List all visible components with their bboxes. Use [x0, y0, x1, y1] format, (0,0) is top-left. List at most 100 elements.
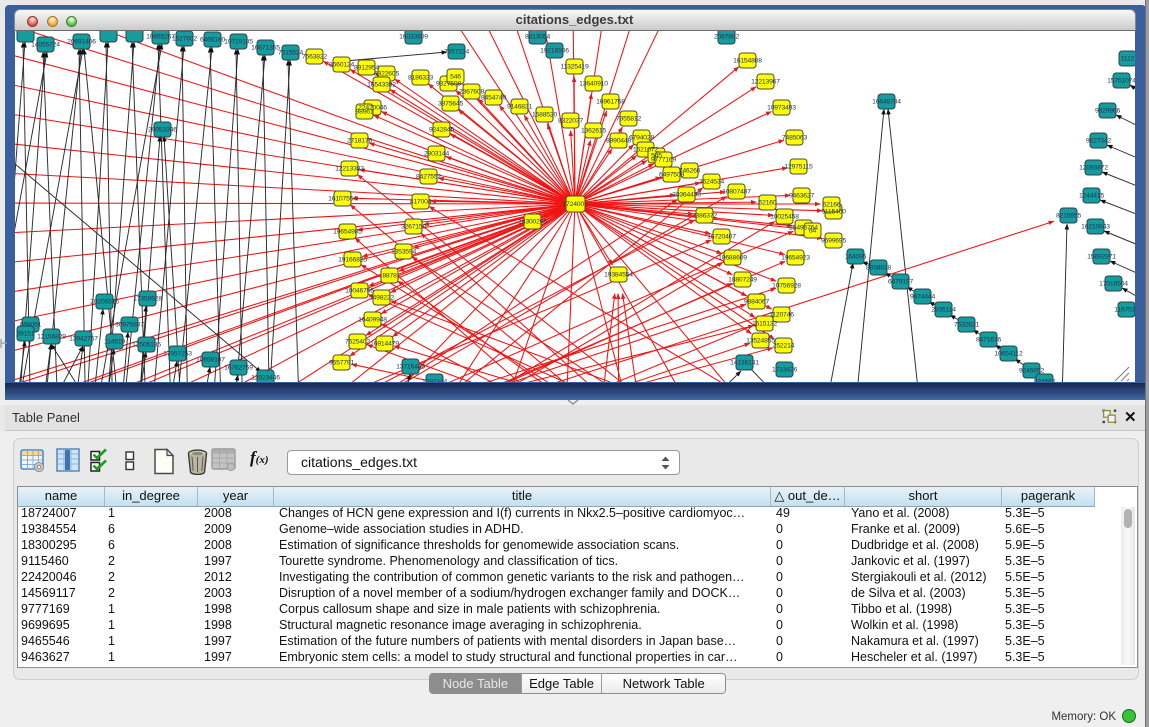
svg-text:17957253: 17957253 [163, 351, 192, 358]
svg-text:9699695: 9699695 [821, 238, 846, 245]
svg-text:98961: 98961 [356, 109, 374, 116]
svg-text:39151: 39151 [17, 331, 35, 338]
svg-text:12923446: 12923446 [251, 375, 280, 382]
svg-text:62166: 62166 [823, 202, 841, 209]
svg-text:16543382: 16543382 [367, 82, 396, 89]
svg-text:1244415: 1244415 [1079, 193, 1104, 200]
svg-text:1167534: 1167534 [1114, 307, 1135, 314]
svg-text:16033809: 16033809 [399, 34, 428, 41]
svg-text:62160: 62160 [759, 200, 777, 207]
svg-text:1724007: 1724007 [562, 201, 587, 208]
svg-text:20364436: 20364436 [672, 192, 701, 199]
svg-text:14136141: 14136141 [730, 360, 759, 367]
svg-text:8878: 8878 [382, 273, 397, 280]
svg-text:16961758: 16961758 [596, 99, 625, 106]
svg-text:30975887: 30975887 [115, 322, 144, 329]
svg-text:9227342: 9227342 [1086, 138, 1111, 145]
svg-text:12093872: 12093872 [1079, 165, 1108, 172]
svg-text:10025458: 10025458 [770, 214, 799, 221]
svg-text:1292344: 1292344 [422, 379, 447, 383]
svg-text:2087682: 2087682 [714, 34, 739, 41]
svg-text:8186323: 8186323 [408, 75, 433, 82]
svg-text:15692971: 15692971 [1087, 254, 1116, 261]
svg-text:13640910: 13640910 [579, 81, 608, 88]
svg-text:8454749: 8454749 [481, 95, 506, 102]
svg-text:6794028: 6794028 [629, 135, 654, 142]
svg-text:8938928: 8938928 [866, 265, 891, 272]
svg-text:12505135: 12505135 [132, 342, 161, 349]
svg-text:9463627: 9463627 [789, 193, 814, 200]
svg-text:12156829: 12156829 [37, 334, 66, 341]
svg-text:3624534: 3624534 [699, 179, 724, 186]
svg-text:1362615: 1362615 [581, 128, 606, 135]
svg-text:16107554: 16107554 [328, 196, 357, 203]
svg-text:64: 64 [809, 228, 817, 235]
svg-text:7485063: 7485063 [782, 135, 807, 142]
svg-text:859061: 859061 [20, 322, 42, 329]
svg-text:9329966: 9329966 [1095, 108, 1120, 115]
svg-text:13716485: 13716485 [396, 364, 425, 371]
svg-text:16671355: 16671355 [251, 45, 280, 52]
svg-text:9245652: 9245652 [1019, 368, 1044, 375]
svg-text:7632621: 7632621 [954, 322, 979, 329]
svg-text:9474444: 9474444 [910, 294, 935, 301]
svg-text:16914479: 16914479 [370, 341, 399, 348]
svg-text:9327508: 9327508 [436, 81, 461, 88]
svg-text:7663822: 7663822 [302, 54, 327, 61]
svg-text:10756928: 10756928 [772, 283, 801, 290]
svg-text:3267150: 3267150 [401, 224, 426, 231]
svg-text:8427552: 8427552 [416, 174, 441, 181]
svg-text:12975115: 12975115 [784, 164, 813, 171]
svg-text:2935114: 2935114 [931, 307, 956, 314]
svg-text:9777169: 9777169 [651, 157, 676, 164]
svg-text:19166825: 19166825 [338, 257, 367, 264]
svg-text:13942757: 13942757 [69, 336, 98, 343]
svg-text:8813054: 8813054 [525, 34, 550, 41]
svg-text:14055724: 14055724 [31, 42, 60, 49]
svg-text:19654923: 19654923 [781, 255, 810, 262]
svg-text:12213967: 12213967 [751, 79, 780, 86]
svg-text:1588520: 1588520 [532, 112, 557, 119]
svg-text:2803144: 2803144 [424, 151, 449, 158]
svg-text:16782759: 16782759 [224, 365, 253, 372]
svg-text:19654985: 19654985 [333, 229, 362, 236]
svg-text:164095: 164095 [845, 254, 867, 261]
svg-text:10807487: 10807487 [722, 189, 751, 196]
svg-text:3875645: 3875645 [438, 101, 463, 108]
svg-text:8990448: 8990448 [606, 138, 631, 145]
svg-text:15720407: 15720407 [707, 234, 736, 241]
svg-text:5498222: 5498222 [369, 295, 394, 302]
svg-text:924562: 924562 [1034, 379, 1056, 383]
svg-text:11325419: 11325419 [560, 64, 589, 71]
svg-text:13524855: 13524855 [746, 338, 775, 345]
svg-text:19218506: 19218506 [540, 48, 569, 55]
svg-text:12213383: 12213383 [335, 166, 364, 173]
svg-text:10973493: 10973493 [767, 105, 796, 112]
svg-text:10654112: 10654112 [994, 351, 1023, 358]
svg-text:20691406: 20691406 [67, 39, 96, 46]
svg-text:10719185: 10719185 [224, 39, 253, 46]
svg-text:16409948: 16409948 [358, 317, 387, 324]
svg-text:6479197: 6479197 [888, 279, 913, 286]
svg-text:8660124: 8660124 [329, 62, 354, 69]
svg-text:20206516: 20206516 [90, 299, 119, 306]
svg-text:9146821: 9146821 [507, 104, 532, 111]
svg-text:10688609: 10688609 [718, 255, 747, 262]
svg-text:1733426: 1733426 [772, 367, 797, 374]
svg-text:16154808: 16154808 [733, 58, 762, 65]
svg-text:9657791: 9657791 [329, 360, 354, 367]
svg-text:19384554: 19384554 [604, 272, 633, 279]
svg-text:8322605: 8322605 [374, 71, 399, 78]
svg-text:746266: 746266 [679, 168, 701, 175]
svg-text:20053346: 20053346 [148, 127, 177, 134]
svg-text:7625402: 7625402 [345, 339, 370, 346]
svg-text:9242845: 9242845 [429, 127, 454, 134]
svg-text:546: 546 [450, 74, 461, 81]
svg-text:16648784: 16648784 [872, 99, 901, 106]
svg-text:18300295: 18300295 [518, 219, 547, 226]
svg-text:8471676: 8471676 [976, 337, 1001, 344]
svg-text:16210643: 16210643 [1081, 224, 1110, 231]
svg-text:15751074: 15751074 [1107, 78, 1135, 85]
svg-text:1112: 1112 [1121, 56, 1135, 63]
svg-text:252214: 252214 [773, 343, 795, 350]
